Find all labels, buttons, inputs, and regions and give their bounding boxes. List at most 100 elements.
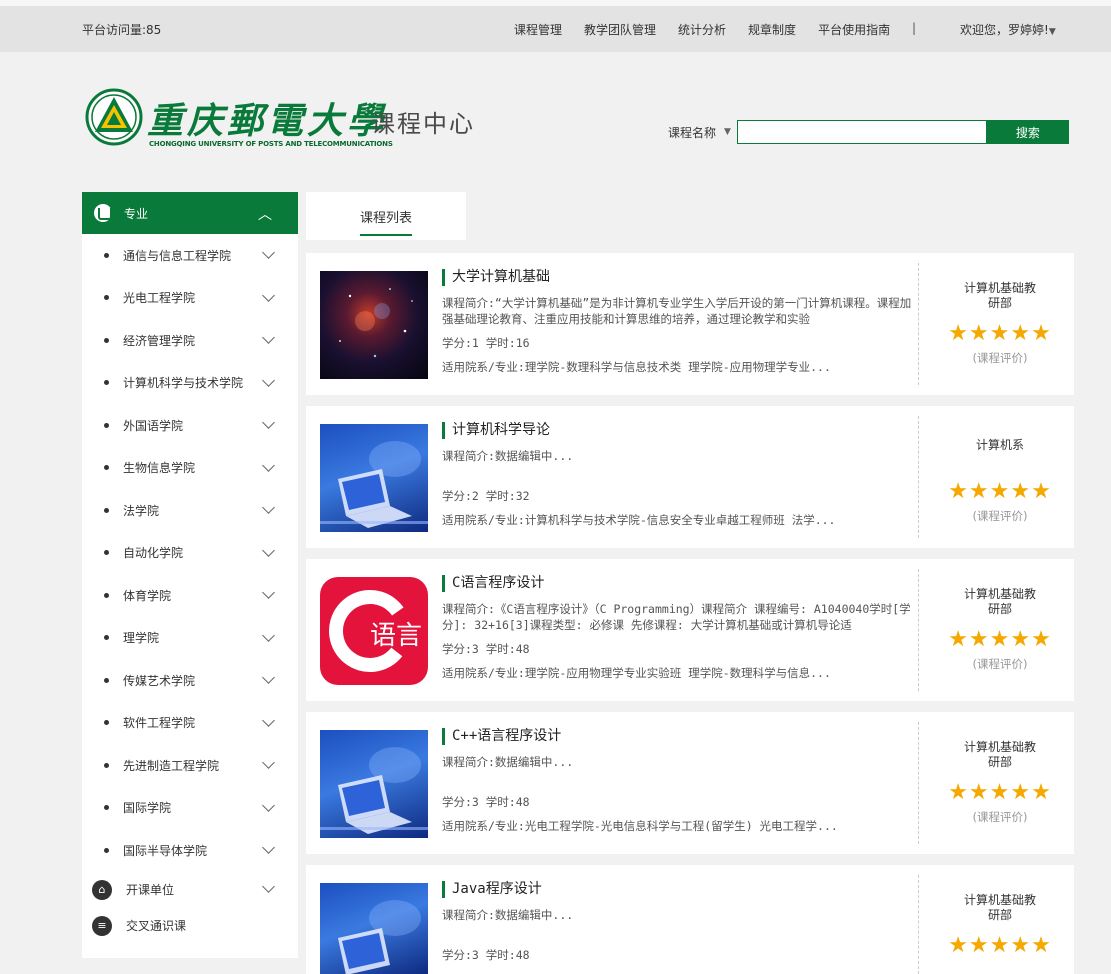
- sidebar-item-label: 生物信息学院: [123, 461, 196, 476]
- course-title[interactable]: C++语言程序设计: [442, 728, 912, 745]
- sidebar-section-units[interactable]: ⌂ 开课单位: [82, 872, 298, 908]
- sidebar-item-label: 国际半导体学院: [123, 843, 208, 858]
- sidebar-item-label: 通信与信息工程学院: [123, 248, 232, 263]
- course-dept: 计算机基础教研部: [963, 740, 1036, 769]
- course-intro: 课程简介:《C语言程序设计》（C Programming）课程简介 课程编号: …: [442, 602, 911, 632]
- course-credits: 学分:3 学时:48: [442, 795, 530, 809]
- sidebar-item[interactable]: 经济管理学院: [82, 319, 298, 362]
- sidebar-item[interactable]: 体育学院: [82, 574, 298, 617]
- course-intro: 课程简介:数据编辑中...: [442, 908, 574, 922]
- bullet-icon: [104, 507, 109, 513]
- course-card[interactable]: 语言 C语言程序设计 课程简介:《C语言程序设计》（C Programming）…: [306, 559, 1074, 701]
- divider: [918, 416, 919, 538]
- course-thumbnail[interactable]: [320, 424, 428, 532]
- rating-stars: ★★★★★: [948, 780, 1052, 805]
- sidebar-item[interactable]: 传媒艺术学院: [82, 659, 298, 702]
- sidebar-item[interactable]: 自动化学院: [82, 532, 298, 575]
- bullet-icon: [104, 762, 109, 768]
- sidebar-item[interactable]: 计算机科学与技术学院: [82, 362, 298, 405]
- course-thumbnail[interactable]: [320, 883, 428, 974]
- course-applies: 适用院系/专业:理学院-应用物理学专业实验班 理学院-数理科学与信息...: [442, 666, 831, 680]
- sidebar-item[interactable]: 理学院: [82, 617, 298, 660]
- course-info: 大学计算机基础 课程简介:“大学计算机基础”是为非计算机专业学生入学后开设的第一…: [442, 269, 912, 375]
- chevron-down-icon: [262, 841, 275, 854]
- course-title[interactable]: 大学计算机基础: [442, 269, 912, 286]
- chevron-down-icon: [262, 879, 275, 893]
- tab-course-list[interactable]: 课程列表: [360, 207, 413, 236]
- rating-stars: ★★★★★: [948, 933, 1052, 958]
- course-dept: 计算机基础教研部: [963, 587, 1036, 616]
- sidebar-item[interactable]: 软件工程学院: [82, 702, 298, 745]
- chevron-down-icon: [262, 713, 275, 727]
- nav-guide[interactable]: 平台使用指南: [818, 21, 890, 38]
- sidebar-item-label: 先进制造工程学院: [123, 758, 220, 773]
- course-applies: 适用院系/专业:光电工程学院-光电信息科学与工程(留学生) 光电工程学...: [442, 819, 838, 833]
- course-title[interactable]: 计算机科学导论: [442, 422, 912, 439]
- search-type-select[interactable]: 课程名称: [668, 124, 716, 141]
- chevron-down-icon: [262, 501, 275, 514]
- sidebar-item-label: 外国语学院: [123, 418, 184, 433]
- visit-counter: 平台访问量:85: [82, 23, 162, 37]
- nav-statistics[interactable]: 统计分析: [678, 21, 726, 38]
- course-intro: 课程简介:“大学计算机基础”是为非计算机专业学生入学后开设的第一门计算机课程。课…: [442, 296, 912, 326]
- tab-bar: 课程列表: [306, 192, 466, 240]
- course-thumbnail[interactable]: 语言: [320, 577, 428, 685]
- course-rate-link[interactable]: (课程评价): [926, 656, 1074, 672]
- course-intro: 课程简介:数据编辑中...: [442, 449, 574, 463]
- course-card[interactable]: Java程序设计 课程简介:数据编辑中... 学分:3 学时:48 计算机基础教…: [306, 865, 1074, 974]
- sidebar-header-major[interactable]: 专业 ︿: [82, 192, 298, 234]
- sidebar-item-label: 法学院: [123, 503, 160, 518]
- nav-teaching-team[interactable]: 教学团队管理: [584, 21, 656, 38]
- search-input[interactable]: [736, 120, 987, 144]
- course-credits: 学分:2 学时:32: [442, 489, 530, 503]
- course-card[interactable]: 大学计算机基础 课程简介:“大学计算机基础”是为非计算机专业学生入学后开设的第一…: [306, 253, 1074, 395]
- sidebar-item-label: 自动化学院: [123, 546, 184, 561]
- sidebar-item-label: 国际学院: [123, 801, 172, 816]
- sidebar-item[interactable]: 外国语学院: [82, 404, 298, 447]
- sidebar-item[interactable]: 国际半导体学院: [82, 829, 298, 872]
- bullet-icon: [104, 847, 109, 853]
- chevron-down-icon: [262, 756, 275, 769]
- sidebar-item[interactable]: 国际学院: [82, 787, 298, 830]
- sidebar: 专业 ︿ 通信与信息工程学院 光电工程学院 经济管理学院 计算机科学与技术学院 …: [82, 192, 298, 958]
- site-logo[interactable]: 重庆郵電大學 CHONGQING UNIVERSITY OF POSTS AND…: [85, 88, 475, 158]
- chevron-down-icon: [262, 373, 275, 387]
- search-button[interactable]: 搜索: [986, 120, 1069, 144]
- sidebar-section-general[interactable]: ≡ 交叉通识课: [82, 908, 298, 944]
- course-thumbnail[interactable]: [320, 730, 428, 838]
- user-menu[interactable]: 欢迎您，罗婷婷!▼: [960, 21, 1056, 38]
- bullet-icon: [104, 380, 109, 386]
- sidebar-item[interactable]: 法学院: [82, 489, 298, 532]
- c-language-logo-text: 语言: [370, 621, 423, 651]
- university-seal-icon: [85, 88, 143, 146]
- rating-stars: ★★★★★: [948, 321, 1052, 346]
- course-title[interactable]: C语言程序设计: [442, 575, 912, 592]
- sidebar-section-label: 交叉通识课: [126, 919, 187, 933]
- course-meta: 计算机系 ★★★★★ (课程评价): [926, 434, 1074, 524]
- course-info: C语言程序设计 课程简介:《C语言程序设计》（C Programming）课程简…: [442, 575, 912, 681]
- nav-regulations[interactable]: 规章制度: [748, 21, 796, 38]
- search-bar: 课程名称 ▼ 搜索: [668, 120, 1069, 144]
- building-icon: ⌂: [92, 879, 112, 900]
- sidebar-item[interactable]: 光电工程学院: [82, 277, 298, 320]
- course-rate-link[interactable]: (课程评价): [926, 350, 1074, 366]
- sidebar-item[interactable]: 生物信息学院: [82, 447, 298, 490]
- caret-down-icon[interactable]: ▼: [724, 127, 731, 137]
- sidebar-item-label: 理学院: [123, 631, 160, 646]
- nav-course-management[interactable]: 课程管理: [514, 21, 562, 38]
- chevron-down-icon: [262, 798, 275, 812]
- chevron-up-icon: ︿: [258, 207, 272, 223]
- course-rate-link[interactable]: (课程评价): [926, 508, 1074, 524]
- course-rate-link[interactable]: (课程评价): [926, 809, 1074, 825]
- course-title[interactable]: Java程序设计: [442, 881, 912, 898]
- welcome-text: 欢迎您，罗婷婷!: [960, 23, 1049, 37]
- sidebar-item[interactable]: 先进制造工程学院: [82, 744, 298, 787]
- course-card[interactable]: 计算机科学导论 课程简介:数据编辑中... 学分:2 学时:32 适用院系/专业…: [306, 406, 1074, 548]
- course-card[interactable]: C++语言程序设计 课程简介:数据编辑中... 学分:3 学时:48 适用院系/…: [306, 712, 1074, 854]
- sidebar-item[interactable]: 通信与信息工程学院: [82, 234, 298, 277]
- course-thumbnail[interactable]: [320, 271, 428, 379]
- chevron-down-icon: [262, 628, 275, 642]
- sidebar-item-label: 传媒艺术学院: [123, 673, 196, 688]
- bullet-icon: [104, 592, 109, 598]
- sidebar-item-label: 体育学院: [123, 588, 172, 603]
